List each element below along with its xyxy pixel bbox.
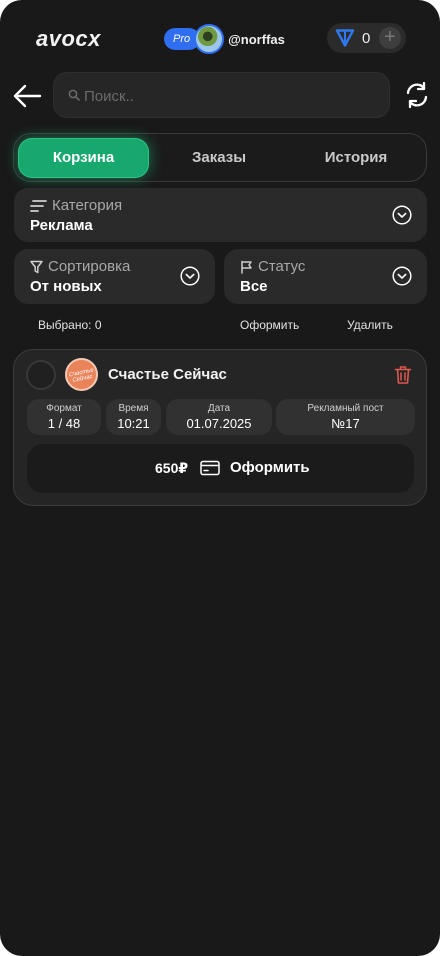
chevron-down-icon[interactable] (180, 266, 200, 286)
add-funds-icon[interactable]: + (379, 27, 401, 49)
checkout-selected-button[interactable]: Оформить (240, 318, 299, 332)
detail-time: Время 10:21 (106, 399, 161, 435)
refresh-icon[interactable] (404, 80, 430, 110)
trash-icon[interactable] (394, 365, 412, 385)
sort-label: Сортировка (48, 258, 131, 275)
wallet-balance[interactable]: 0 + (327, 23, 406, 53)
detail-date: Дата 01.07.2025 (166, 399, 272, 435)
credit-card-icon (200, 460, 220, 476)
back-arrow-icon[interactable] (12, 82, 42, 110)
sort-value: От новых (30, 278, 102, 295)
chevron-down-icon[interactable] (392, 205, 412, 225)
tab-history[interactable]: История (288, 138, 424, 178)
item-select-checkbox[interactable] (26, 360, 56, 390)
cart-item-card: Счастье Сейчас Счастье Сейчас Формат 1 /… (13, 349, 427, 506)
detail-ad-post: Рекламный пост №17 (276, 399, 415, 435)
app-screen: avocx Pro @norffas 0 + Корзина Заказы Ис… (0, 0, 440, 956)
delete-selected-button[interactable]: Удалить (347, 318, 393, 332)
detail-format: Формат 1 / 48 (27, 399, 101, 435)
chevron-down-icon[interactable] (392, 266, 412, 286)
checkout-label: Оформить (230, 459, 310, 476)
flag-icon (241, 260, 252, 274)
status-label: Статус (258, 258, 306, 275)
user-avatar[interactable] (194, 24, 225, 54)
app-logo: avocx (36, 26, 101, 51)
category-filter[interactable]: Категория Реклама (14, 188, 427, 242)
category-value: Реклама (30, 217, 93, 234)
tab-bar: Корзина Заказы История (13, 133, 427, 182)
list-filter-icon (30, 199, 47, 212)
search-icon (68, 89, 80, 101)
item-price: 650₽ (155, 460, 189, 476)
channel-avatar: Счастье Сейчас (65, 358, 98, 391)
checkout-item-button[interactable]: 650₽ Оформить (27, 444, 414, 493)
tab-cart[interactable]: Корзина (18, 138, 149, 178)
category-label: Категория (52, 197, 123, 214)
funnel-icon (30, 260, 43, 273)
ton-icon (335, 29, 355, 47)
username: @norffas (228, 31, 285, 47)
balance-value: 0 (362, 30, 371, 47)
sort-filter[interactable]: Сортировка От новых (14, 249, 215, 304)
tab-orders[interactable]: Заказы (154, 138, 284, 178)
search-input[interactable] (84, 85, 374, 107)
channel-name: Счастье Сейчас (108, 366, 227, 383)
user-profile[interactable]: Pro @norffas (164, 24, 285, 54)
selected-count: Выбрано: 0 (38, 318, 102, 332)
status-filter[interactable]: Статус Все (224, 249, 427, 304)
search-bar[interactable] (53, 72, 390, 118)
status-value: Все (240, 278, 268, 295)
